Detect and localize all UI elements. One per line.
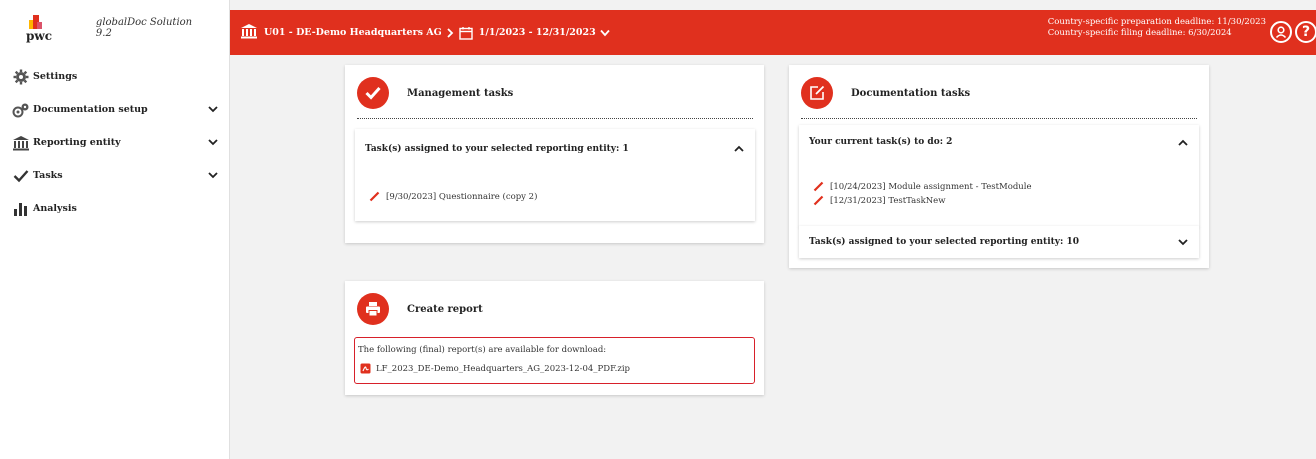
chevron-down-icon[interactable] bbox=[207, 136, 219, 148]
create-report-card: Create report The following (final) repo… bbox=[345, 281, 764, 395]
report-file-name: LF_2023_DE-Demo_Headquarters_AG_2023-12-… bbox=[376, 363, 630, 374]
card-title: Management tasks bbox=[407, 87, 514, 99]
bank-icon bbox=[12, 135, 30, 151]
pencil-icon bbox=[813, 181, 824, 192]
task-label: [10/24/2023] Module assignment - TestMod… bbox=[830, 181, 1032, 192]
report-file-link[interactable]: LF_2023_DE-Demo_Headquarters_AG_2023-12-… bbox=[360, 363, 630, 374]
assigned-tasks-section[interactable]: Task(s) assigned to your selected report… bbox=[799, 226, 1199, 258]
top-bar: U01 - DE-Demo Headquarters AG 1/1/2023 -… bbox=[230, 10, 1316, 55]
filing-deadline: Country-specific filing deadline: 6/30/2… bbox=[1047, 28, 1232, 38]
sidebar: pwc globalDoc Solution 9.2 Settings Docu… bbox=[0, 0, 230, 459]
sidebar-item-label: Documentation setup bbox=[33, 104, 148, 115]
sidebar-nav: Settings Documentation setup Reporting e… bbox=[0, 60, 229, 225]
chevron-down-icon[interactable] bbox=[599, 28, 611, 38]
section-header[interactable]: Task(s) assigned to your selected report… bbox=[365, 144, 629, 154]
pwc-logo[interactable]: pwc bbox=[18, 12, 58, 44]
task-item[interactable]: [9/30/2023] Questionnaire (copy 2) bbox=[369, 191, 537, 202]
chevron-right-icon bbox=[447, 27, 454, 38]
chevron-up-icon[interactable] bbox=[1177, 137, 1189, 149]
current-tasks-section: Your current task(s) to do: 2 [10/24/202… bbox=[799, 125, 1199, 227]
sidebar-item-label: Analysis bbox=[33, 203, 77, 214]
section-header[interactable]: Task(s) assigned to your selected report… bbox=[809, 237, 1079, 247]
edit-square-icon bbox=[801, 77, 833, 109]
sidebar-item-label: Reporting entity bbox=[33, 137, 121, 148]
breadcrumb: U01 - DE-Demo Headquarters AG 1/1/2023 -… bbox=[230, 23, 611, 42]
task-item[interactable]: [10/24/2023] Module assignment - TestMod… bbox=[813, 181, 1032, 192]
brand: pwc globalDoc Solution 9.2 bbox=[0, 0, 229, 56]
sidebar-item-tasks[interactable]: Tasks bbox=[0, 159, 229, 192]
task-label: [9/30/2023] Questionnaire (copy 2) bbox=[386, 191, 538, 202]
sidebar-item-label: Tasks bbox=[33, 170, 63, 181]
chevron-down-icon[interactable] bbox=[207, 169, 219, 181]
app-name: globalDoc Solution 9.2 bbox=[95, 17, 193, 39]
card-title: Create report bbox=[407, 303, 483, 315]
bar-chart-icon bbox=[12, 201, 30, 217]
sidebar-item-settings[interactable]: Settings bbox=[0, 60, 229, 93]
sidebar-item-analysis[interactable]: Analysis bbox=[0, 192, 229, 225]
pencil-icon bbox=[813, 195, 824, 206]
calendar-icon bbox=[459, 26, 473, 40]
help-icon[interactable]: ? bbox=[1295, 21, 1316, 43]
preparation-deadline: Country-specific preparation deadline: 1… bbox=[1047, 17, 1266, 27]
task-item[interactable]: [12/31/2023] TestTaskNew bbox=[813, 195, 945, 206]
sidebar-item-label: Settings bbox=[33, 71, 78, 82]
pdf-file-icon bbox=[360, 363, 371, 374]
entity-selector[interactable]: U01 - DE-Demo Headquarters AG bbox=[264, 27, 442, 38]
assigned-tasks-section: Task(s) assigned to your selected report… bbox=[355, 129, 755, 221]
period-selector[interactable]: 1/1/2023 - 12/31/2023 bbox=[479, 27, 596, 38]
check-icon bbox=[12, 168, 30, 184]
bank-icon bbox=[240, 23, 258, 42]
chevron-down-icon[interactable] bbox=[207, 103, 219, 115]
check-circle-icon bbox=[357, 77, 389, 109]
pencil-icon bbox=[369, 191, 380, 202]
management-tasks-card: Management tasks Task(s) assigned to you… bbox=[345, 65, 764, 243]
card-title: Documentation tasks bbox=[851, 87, 971, 99]
documentation-tasks-card: Documentation tasks Your current task(s)… bbox=[789, 65, 1209, 268]
task-label: [12/31/2023] TestTaskNew bbox=[830, 195, 946, 206]
user-icon[interactable] bbox=[1270, 21, 1292, 43]
chevron-down-icon[interactable] bbox=[1177, 236, 1189, 248]
gear-icon bbox=[12, 69, 30, 85]
section-header[interactable]: Your current task(s) to do: 2 bbox=[809, 137, 952, 147]
sidebar-item-reporting-entity[interactable]: Reporting entity bbox=[0, 126, 229, 159]
report-download-box: The following (final) report(s) are avai… bbox=[354, 337, 755, 384]
printer-icon bbox=[357, 293, 389, 325]
deadlines: Country-specific preparation deadline: 1… bbox=[1048, 17, 1266, 39]
report-intro: The following (final) report(s) are avai… bbox=[358, 345, 607, 355]
gears-icon bbox=[12, 102, 30, 118]
chevron-up-icon[interactable] bbox=[733, 143, 745, 155]
sidebar-item-documentation-setup[interactable]: Documentation setup bbox=[0, 93, 229, 126]
